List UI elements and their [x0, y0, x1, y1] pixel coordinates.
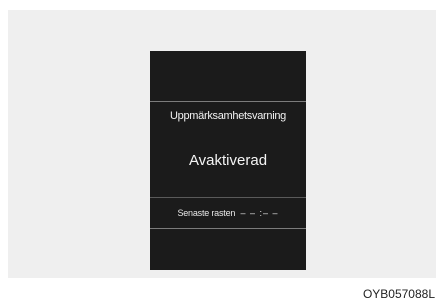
- warning-status: Avaktiverad: [188, 152, 268, 169]
- last-break-label: Senaste rasten: [177, 208, 236, 218]
- last-break-row: Senaste rasten – – :– –: [150, 208, 306, 218]
- figure-code: OYB057088L: [362, 287, 435, 301]
- attention-warning-title: Uppmärksamhetsvarning: [170, 110, 286, 122]
- bottom-divider: [150, 228, 306, 229]
- page: Uppmärksamhetsvarning Avaktiverad Senast…: [0, 0, 443, 307]
- cluster-display-screen: Uppmärksamhetsvarning Avaktiverad Senast…: [150, 51, 306, 270]
- middle-divider: [150, 197, 306, 198]
- last-break-time: – – :– –: [240, 208, 279, 218]
- top-divider: [150, 101, 306, 102]
